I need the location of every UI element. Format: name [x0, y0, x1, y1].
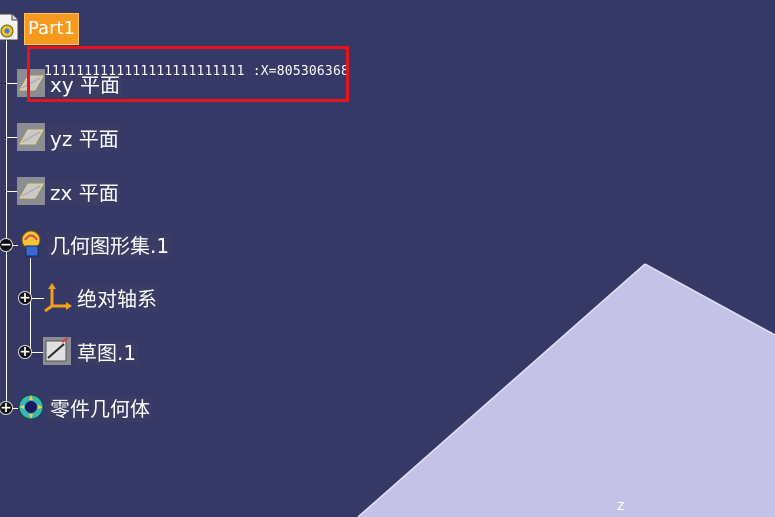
expand-toggle[interactable]: + — [18, 291, 32, 305]
collapse-toggle[interactable]: − — [0, 238, 13, 252]
plane-icon — [17, 123, 45, 151]
zx-plane-label[interactable]: zx 平面 — [48, 180, 121, 206]
expand-toggle[interactable]: + — [0, 401, 13, 415]
sketch-label[interactable]: 草图.1 — [75, 340, 139, 366]
expand-toggle[interactable]: + — [18, 345, 32, 359]
yz-plane-label[interactable]: yz 平面 — [48, 126, 121, 152]
axis-system-label[interactable]: 绝对轴系 — [75, 286, 159, 312]
plane-icon — [17, 177, 45, 205]
sketch-icon — [43, 337, 71, 365]
tree-trunk — [6, 40, 7, 408]
plane-surface[interactable] — [358, 264, 775, 517]
geometric-set-label[interactable]: 几何图形集.1 — [48, 233, 172, 259]
part1-label[interactable]: Part1 — [24, 13, 79, 45]
part-body-label[interactable]: 零件几何体 — [48, 396, 152, 422]
z-axis-label: z — [617, 498, 625, 514]
axis-system-icon — [44, 283, 72, 312]
red-highlight-box — [27, 46, 349, 102]
part-body-icon — [18, 394, 44, 420]
geometric-set-icon — [21, 230, 41, 257]
part-document-icon — [0, 13, 19, 41]
